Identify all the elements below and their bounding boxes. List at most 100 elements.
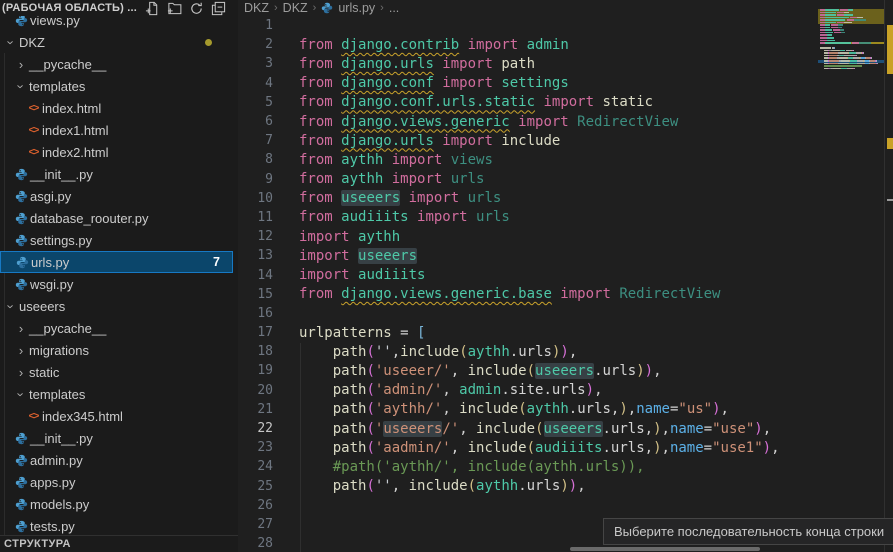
code-area[interactable]: 12from django.contrib import admin3from … [238, 16, 818, 552]
tree-item-templates[interactable]: ›templates [0, 383, 238, 405]
line-number: 23 [238, 440, 273, 455]
code-line[interactable]: 16 [238, 304, 818, 323]
tree-item-static[interactable]: ›static [0, 361, 238, 383]
breadcrumb-item[interactable]: DKZ [283, 1, 308, 15]
html-file-icon: <> [29, 147, 39, 158]
tree-item-asgi.py[interactable]: asgi.py [0, 185, 238, 207]
tree-item-tests.py[interactable]: tests.py [0, 515, 238, 537]
code-line[interactable]: 8from aythh import views [238, 150, 818, 169]
code-line[interactable]: 5from django.conf.urls.static import sta… [238, 93, 818, 112]
line-number: 5 [238, 95, 273, 110]
overview-ruler[interactable] [884, 0, 893, 552]
refresh-icon[interactable] [189, 1, 204, 16]
code-line[interactable]: 9from aythh import urls [238, 170, 818, 189]
code-line[interactable]: 3from django.urls import path [238, 54, 818, 73]
minimap-line-mark [840, 52, 847, 54]
code-line[interactable]: 18 path('',include(aythh.urls)), [238, 342, 818, 361]
breadcrumb-separator-icon: › [380, 2, 384, 14]
tree-item-DKZ[interactable]: ›DKZ [0, 31, 238, 53]
line-number: 14 [238, 268, 273, 283]
html-file-icon: <> [29, 103, 39, 114]
tree-item-__init__.py[interactable]: __init__.py [0, 427, 238, 449]
new-file-icon[interactable] [145, 1, 160, 16]
tree-item-index.html[interactable]: <>index.html [0, 97, 238, 119]
line-number: 19 [238, 363, 273, 378]
code-line[interactable]: 20 path('admin/', admin.site.urls), [238, 381, 818, 400]
new-folder-icon[interactable] [167, 1, 182, 16]
tree-item-admin.py[interactable]: admin.py [0, 449, 238, 471]
code-line[interactable]: 1 [238, 16, 818, 35]
tree-item-index345.html[interactable]: <>index345.html [0, 405, 238, 427]
tree-item-__init__.py[interactable]: __init__.py [0, 163, 238, 185]
code-line[interactable]: 21 path('aythh/', include(aythh.urls,),n… [238, 400, 818, 419]
minimap-line-mark [853, 50, 854, 52]
code-line[interactable]: 24 #path('aythh/', include(aythh.urls)), [238, 457, 818, 476]
tree-item-label: __init__.py [30, 167, 93, 182]
outline-section-header[interactable]: СТРУКТУРА [0, 535, 238, 552]
code-line[interactable]: 19 path('useeer/', include(useeers.urls)… [238, 361, 818, 380]
code-line[interactable]: 15from django.views.generic.base import … [238, 285, 818, 304]
code-line[interactable]: 7from django.urls import include [238, 131, 818, 150]
breadcrumb-item[interactable]: DKZ [244, 1, 269, 15]
tree-item-templates[interactable]: ›templates [0, 75, 238, 97]
python-icon [15, 498, 28, 511]
tree-item-useeers[interactable]: ›useeers [0, 295, 238, 317]
minimap-line-mark [829, 52, 838, 54]
code-line[interactable]: 4from django.conf import settings [238, 74, 818, 93]
minimap-line-mark [829, 63, 838, 65]
code-line[interactable]: 11from audiiits import urls [238, 208, 818, 227]
tree-item-models.py[interactable]: models.py [0, 493, 238, 515]
line-number: 24 [238, 459, 273, 474]
minimap-line-mark [856, 55, 857, 57]
tree-item-index2.html[interactable]: <>index2.html [0, 141, 238, 163]
breadcrumb-item[interactable]: urls.py [338, 1, 375, 15]
breadcrumb-item[interactable]: ... [389, 1, 399, 15]
code-line[interactable]: 14import audiiits [238, 265, 818, 284]
code-line[interactable]: 17urlpatterns = [ [238, 323, 818, 342]
line-number: 7 [238, 133, 273, 148]
minimap-line-mark [825, 19, 845, 21]
tree-item-database_roouter.py[interactable]: database_roouter.py [0, 207, 238, 229]
minimap-line-mark [840, 9, 847, 11]
tree-item-wsgi.py[interactable]: wsgi.py [0, 273, 238, 295]
code-line[interactable]: 25 path('', include(aythh.urls)), [238, 477, 818, 496]
code-line[interactable]: 6from django.views.generic import Redire… [238, 112, 818, 131]
tree-item-label: asgi.py [30, 189, 71, 204]
minimap-line-mark [825, 42, 851, 44]
tree-item-label: wsgi.py [30, 277, 73, 292]
explorer-section-header[interactable]: (РАБОЧАЯ ОБЛАСТЬ) ... [0, 0, 238, 16]
minimap[interactable] [818, 0, 884, 552]
minimap-line-mark [849, 63, 857, 65]
minimap-line-mark [820, 40, 827, 42]
code-line[interactable]: 22 path('useeers/', include(useeers.urls… [238, 419, 818, 438]
tree-item-__pycache__[interactable]: ›__pycache__ [0, 317, 238, 339]
code-line[interactable]: 26 [238, 496, 818, 515]
code-line[interactable]: 23 path('aadmin/', include(audiiits.urls… [238, 438, 818, 457]
code-line[interactable]: 10from useeers import urls [238, 189, 818, 208]
minimap-line-mark [825, 24, 830, 26]
tree-item-label: index2.html [42, 145, 108, 160]
tree-item-label: tests.py [30, 519, 75, 534]
tree-item-label: useeers [19, 299, 65, 314]
collapse-all-icon[interactable] [211, 1, 226, 16]
minimap-line-mark [827, 40, 835, 42]
tree-item-index1.html[interactable]: <>index1.html [0, 119, 238, 141]
horizontal-scrollbar-thumb[interactable] [570, 547, 760, 551]
line-number: 6 [238, 114, 273, 129]
breadcrumb-separator-icon: › [313, 2, 317, 14]
tree-item-migrations[interactable]: ›migrations [0, 339, 238, 361]
explorer-sidebar: (РАБОЧАЯ ОБЛАСТЬ) ... views.py›DKZ›__pyc… [0, 0, 239, 552]
tree-item-urls.py[interactable]: urls.py7 [0, 251, 233, 273]
tree-item-apps.py[interactable]: apps.py [0, 471, 238, 493]
code-line[interactable]: 2from django.contrib import admin [238, 35, 818, 54]
tree-item-label: __pycache__ [29, 321, 106, 336]
python-icon [321, 2, 333, 14]
line-number: 17 [238, 325, 273, 340]
minimap-line-mark [825, 29, 832, 31]
line-number: 28 [238, 536, 273, 551]
tree-item-__pycache__[interactable]: ›__pycache__ [0, 53, 238, 75]
tree-item-settings.py[interactable]: settings.py [0, 229, 238, 251]
code-line[interactable]: 13import useeers [238, 246, 818, 265]
code-line[interactable]: 12import aythh [238, 227, 818, 246]
minimap-line-mark [859, 42, 871, 44]
